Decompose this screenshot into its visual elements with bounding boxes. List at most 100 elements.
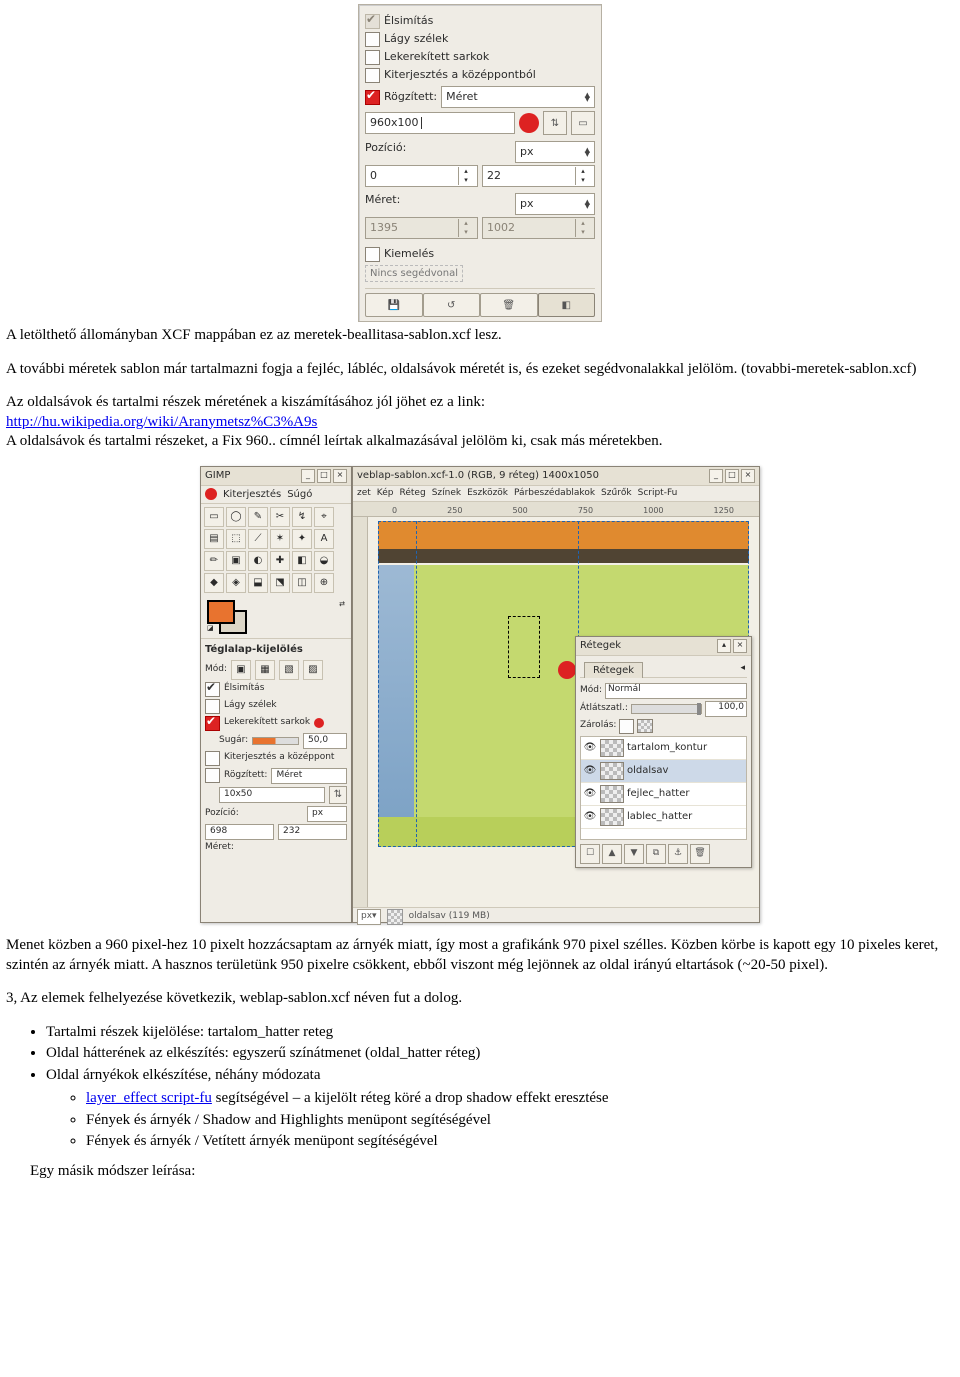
canvas-minimize-icon[interactable]: _: [709, 469, 723, 483]
tool-button-13[interactable]: ▣: [226, 551, 246, 571]
fixed-checkbox[interactable]: [365, 90, 380, 105]
tool-button-6[interactable]: ▤: [204, 529, 224, 549]
fixed-select[interactable]: Méret ▲▼: [441, 86, 595, 108]
tool-button-0[interactable]: ▭: [204, 507, 224, 527]
tool-button-5[interactable]: ⌖: [314, 507, 334, 527]
mode-replace-icon[interactable]: ▣: [231, 660, 251, 680]
tool-button-8[interactable]: ⟋: [248, 529, 268, 549]
menu-help[interactable]: Súgó: [287, 488, 312, 501]
tool-button-7[interactable]: ⬚: [226, 529, 246, 549]
status-unit[interactable]: px ▾: [357, 909, 381, 925]
size-unit-select[interactable]: px ▲▼: [515, 193, 595, 215]
mode-int-icon[interactable]: ▨: [303, 660, 323, 680]
highlight-checkbox[interactable]: [365, 247, 380, 262]
minimize-icon[interactable]: _: [301, 469, 315, 483]
tool-button-20[interactable]: ⬓: [248, 573, 268, 593]
eye-icon[interactable]: 👁: [583, 764, 597, 778]
layer-mode-select[interactable]: Normál: [605, 683, 747, 699]
opts-swap-icon[interactable]: ⇅: [329, 786, 347, 804]
reset-icon[interactable]: ◧: [538, 293, 596, 317]
tool-button-14[interactable]: ◐: [248, 551, 268, 571]
rounded-corners-checkbox[interactable]: [365, 50, 380, 65]
opts-pos-unit[interactable]: px: [307, 806, 347, 822]
canvas-menu-1[interactable]: Kép: [377, 488, 394, 500]
opts-expand-checkbox[interactable]: [205, 751, 220, 766]
opts-soft-checkbox[interactable]: [205, 699, 220, 714]
save-icon[interactable]: 💾: [365, 293, 423, 317]
anchor-layer-button[interactable]: ⚓: [668, 844, 688, 864]
tool-button-4[interactable]: ↯: [292, 507, 312, 527]
tool-button-12[interactable]: ✏: [204, 551, 224, 571]
opts-fixed-input[interactable]: 10x50: [219, 787, 325, 803]
tool-button-10[interactable]: ✦: [292, 529, 312, 549]
opts-pos-x[interactable]: 698: [205, 824, 274, 840]
canvas-menu-3[interactable]: Színek: [432, 488, 461, 500]
layer-row[interactable]: 👁oldalsav: [581, 760, 746, 783]
swap-colors-icon[interactable]: ⇄: [339, 600, 345, 609]
fg-color-swatch[interactable]: [207, 600, 235, 624]
duplicate-layer-button[interactable]: ⧉: [646, 844, 666, 864]
expand-center-checkbox[interactable]: [365, 68, 380, 83]
maximize-icon[interactable]: □: [317, 469, 331, 483]
opts-pos-y[interactable]: 232: [278, 824, 347, 840]
layers-tab[interactable]: Rétegek: [584, 662, 643, 678]
wikipedia-link[interactable]: http://hu.wikipedia.org/wiki/Aranymetsz%…: [6, 414, 317, 430]
layer-row[interactable]: 👁lablec_hatter: [581, 806, 746, 829]
mode-sub-icon[interactable]: ▧: [279, 660, 299, 680]
tool-button-9[interactable]: ✶: [270, 529, 290, 549]
fixed-value-input[interactable]: 960x100: [365, 112, 515, 134]
close-icon[interactable]: ×: [333, 469, 347, 483]
radius-input[interactable]: 50,0: [303, 733, 347, 749]
mode-add-icon[interactable]: ▦: [255, 660, 275, 680]
opacity-slider[interactable]: [631, 704, 702, 714]
canvas-menu-7[interactable]: Script-Fu: [638, 488, 678, 500]
layer-row[interactable]: 👁fejlec_hatter: [581, 783, 746, 806]
delete-icon[interactable]: 🗑: [480, 293, 538, 317]
canvas-maximize-icon[interactable]: □: [725, 469, 739, 483]
tool-button-21[interactable]: ⬔: [270, 573, 290, 593]
layer-row[interactable]: 👁tartalom_kontur: [581, 737, 746, 760]
default-colors-icon[interactable]: ◪: [207, 624, 214, 633]
soft-edges-checkbox[interactable]: [365, 32, 380, 47]
position-y-input[interactable]: 22 ▴▾: [482, 165, 595, 187]
opts-fixed-checkbox[interactable]: [205, 768, 220, 783]
lower-layer-button[interactable]: ▼: [624, 844, 644, 864]
eye-icon[interactable]: 👁: [583, 810, 597, 824]
swap-orientation-button[interactable]: ⇅: [543, 111, 567, 135]
position-x-input[interactable]: 0 ▴▾: [365, 165, 478, 187]
canvas-menu-6[interactable]: Szűrők: [601, 488, 632, 500]
tool-button-3[interactable]: ✂: [270, 507, 290, 527]
lock-alpha-checkbox[interactable]: [619, 719, 634, 734]
tool-button-1[interactable]: ◯: [226, 507, 246, 527]
canvas-menu-2[interactable]: Réteg: [400, 488, 426, 500]
radius-slider[interactable]: [252, 737, 299, 745]
tool-button-16[interactable]: ◧: [292, 551, 312, 571]
layers-menu-icon[interactable]: ◂: [740, 663, 745, 675]
opacity-value-input[interactable]: 100,0: [705, 701, 747, 717]
raise-layer-button[interactable]: ▲: [602, 844, 622, 864]
color-swatches[interactable]: ⇄ ◪: [207, 600, 345, 634]
new-layer-button[interactable]: ☐: [580, 844, 600, 864]
delete-layer-button[interactable]: 🗑: [690, 844, 710, 864]
tool-button-19[interactable]: ◈: [226, 573, 246, 593]
tool-button-23[interactable]: ⊕: [314, 573, 334, 593]
eye-icon[interactable]: 👁: [583, 741, 597, 755]
tool-button-11[interactable]: A: [314, 529, 334, 549]
revert-icon[interactable]: ↺: [423, 293, 481, 317]
layers-shade-icon[interactable]: ▴: [717, 639, 731, 653]
tool-button-15[interactable]: ✚: [270, 551, 290, 571]
opts-fixed-select[interactable]: Méret: [271, 768, 347, 784]
layers-close-icon[interactable]: ×: [733, 639, 747, 653]
canvas-menu-5[interactable]: Párbeszédablakok: [514, 488, 595, 500]
eye-icon[interactable]: 👁: [583, 787, 597, 801]
position-unit-select[interactable]: px ▲▼: [515, 141, 595, 163]
tool-button-17[interactable]: ◒: [314, 551, 334, 571]
opts-rounded-checkbox[interactable]: [205, 716, 220, 731]
canvas-menu-4[interactable]: Eszközök: [467, 488, 508, 500]
tool-button-22[interactable]: ◫: [292, 573, 312, 593]
landscape-button[interactable]: ▭: [571, 111, 595, 135]
canvas-close-icon[interactable]: ×: [741, 469, 755, 483]
layer-effect-link[interactable]: layer_effect script-fu: [86, 1090, 212, 1106]
canvas-menu-0[interactable]: zet: [357, 488, 371, 500]
tool-button-2[interactable]: ✎: [248, 507, 268, 527]
